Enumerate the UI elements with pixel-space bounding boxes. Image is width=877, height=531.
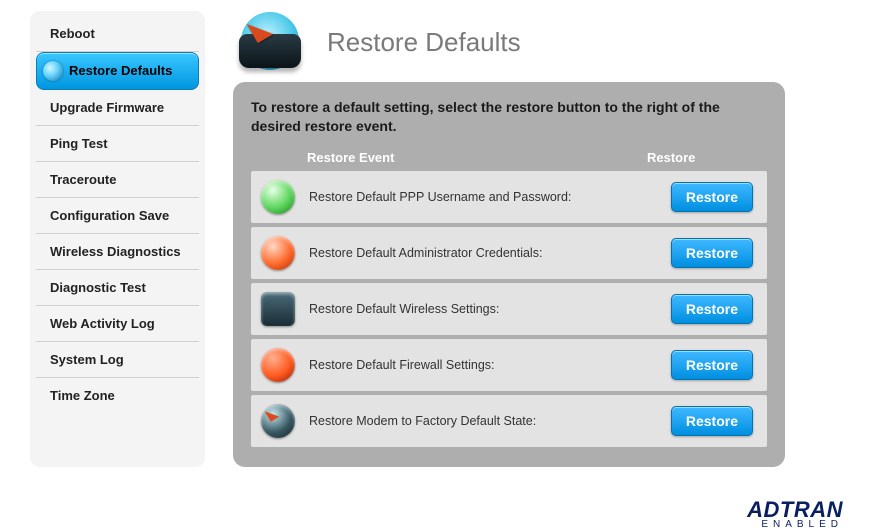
nav-label: Diagnostic Test [50,280,146,296]
nav-time-zone[interactable]: Time Zone [36,378,199,414]
admin-credentials-icon [261,236,295,270]
restore-panel: To restore a default setting, select the… [233,82,785,467]
nav-label: Traceroute [50,172,116,188]
table-row: Restore Default Administrator Credential… [251,227,767,279]
nav-label: Ping Test [50,136,108,152]
brand-name: ADTRAN [747,500,843,520]
nav-reboot[interactable]: Reboot [36,16,199,52]
restore-ppp-button[interactable]: Restore [671,182,753,212]
table-row: Restore Default Wireless Settings: Resto… [251,283,767,335]
page-title: Restore Defaults [327,27,521,58]
sidebar-nav: Reboot Restore Defaults Upgrade Firmware… [30,10,205,467]
nav-label: Configuration Save [50,208,169,224]
row-label: Restore Default PPP Username and Passwor… [309,190,671,204]
row-label: Restore Default Wireless Settings: [309,302,671,316]
restore-wireless-button[interactable]: Restore [671,294,753,324]
row-label: Restore Default Firewall Settings: [309,358,671,372]
row-label: Restore Default Administrator Credential… [309,246,671,260]
table-row: Restore Modem to Factory Default State: … [251,395,767,447]
nav-label: Time Zone [50,388,115,404]
restore-factory-button[interactable]: Restore [671,406,753,436]
nav-configuration-save[interactable]: Configuration Save [36,198,199,234]
restore-admin-button[interactable]: Restore [671,238,753,268]
factory-default-icon [261,404,295,438]
nav-label: Web Activity Log [50,316,155,332]
nav-web-activity-log[interactable]: Web Activity Log [36,306,199,342]
main-content: Restore Defaults To restore a default se… [233,10,857,467]
nav-label: System Log [50,352,124,368]
restore-defaults-icon [233,12,307,72]
nav-label: Wireless Diagnostics [50,244,181,260]
brand-tagline: ENABLED [747,520,843,529]
table-row: Restore Default PPP Username and Passwor… [251,171,767,223]
nav-label: Upgrade Firmware [50,100,164,116]
restore-firewall-button[interactable]: Restore [671,350,753,380]
table-row: Restore Default Firewall Settings: Resto… [251,339,767,391]
nav-traceroute[interactable]: Traceroute [36,162,199,198]
table-header: Restore Event Restore [251,146,767,171]
nav-system-log[interactable]: System Log [36,342,199,378]
nav-ping-test[interactable]: Ping Test [36,126,199,162]
nav-wireless-diagnostics[interactable]: Wireless Diagnostics [36,234,199,270]
nav-restore-defaults[interactable]: Restore Defaults [36,52,199,90]
nav-diagnostic-test[interactable]: Diagnostic Test [36,270,199,306]
panel-instructions: To restore a default setting, select the… [251,98,767,136]
ppp-credentials-icon [261,180,295,214]
brand-logo: ADTRAN ENABLED [747,500,843,529]
col-header-restore: Restore [647,150,757,165]
nav-upgrade-firmware[interactable]: Upgrade Firmware [36,90,199,126]
wireless-settings-icon [261,292,295,326]
row-label: Restore Modem to Factory Default State: [309,414,671,428]
firewall-settings-icon [261,348,295,382]
col-header-event: Restore Event [307,150,647,165]
page-header: Restore Defaults [233,10,857,82]
nav-label: Reboot [50,26,95,42]
nav-label: Restore Defaults [69,63,172,79]
restore-orb-icon [43,61,63,81]
